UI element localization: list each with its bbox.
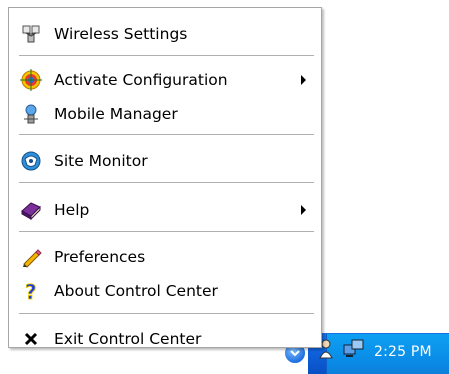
pencil-icon: [20, 246, 42, 268]
submenu-arrow-icon: [301, 75, 306, 85]
menu-item-help[interactable]: Help: [9, 197, 321, 223]
menu-item-label: Activate Configuration: [54, 71, 228, 89]
menu-item-exit-control-center[interactable]: Exit Control Center: [9, 326, 321, 352]
menu-separator: [19, 55, 314, 56]
menu-item-mobile-manager[interactable]: Mobile Manager: [9, 101, 321, 127]
menu-item-label: Mobile Manager: [54, 105, 178, 123]
menu-item-label: Help: [54, 201, 90, 219]
target-icon: [20, 69, 42, 91]
site-monitor-icon: [20, 150, 42, 172]
taskbar-clock[interactable]: 2:25 PM: [374, 344, 432, 360]
menu-item-label: About Control Center: [54, 282, 218, 300]
menu-item-label: Preferences: [54, 248, 146, 266]
menu-separator: [19, 134, 314, 135]
svg-text:?: ?: [25, 280, 37, 302]
menu-item-wireless-settings[interactable]: Wireless Settings: [9, 21, 321, 47]
question-mark-icon: ?: [20, 280, 42, 302]
menu-item-activate-configuration[interactable]: Activate Configuration: [9, 67, 321, 93]
menu-item-preferences[interactable]: Preferences: [9, 244, 321, 270]
menu-item-about-control-center[interactable]: ? About Control Center: [9, 278, 321, 304]
menu-item-site-monitor[interactable]: Site Monitor: [9, 148, 321, 174]
menu-separator: [19, 182, 314, 183]
menu-item-label: Wireless Settings: [54, 25, 188, 43]
close-x-icon: [20, 328, 42, 350]
menu-separator: [19, 313, 314, 314]
mobile-manager-icon: [20, 103, 42, 125]
menu-item-label: Site Monitor: [54, 152, 148, 170]
submenu-arrow-icon: [301, 205, 306, 215]
menu-separator: [19, 231, 314, 232]
wireless-settings-icon: [20, 23, 42, 45]
control-center-menu: Wireless Settings Activate Configuration…: [8, 7, 322, 348]
tray-network-icon[interactable]: [343, 338, 367, 364]
help-book-icon: [20, 199, 42, 221]
menu-item-label: Exit Control Center: [54, 330, 202, 348]
